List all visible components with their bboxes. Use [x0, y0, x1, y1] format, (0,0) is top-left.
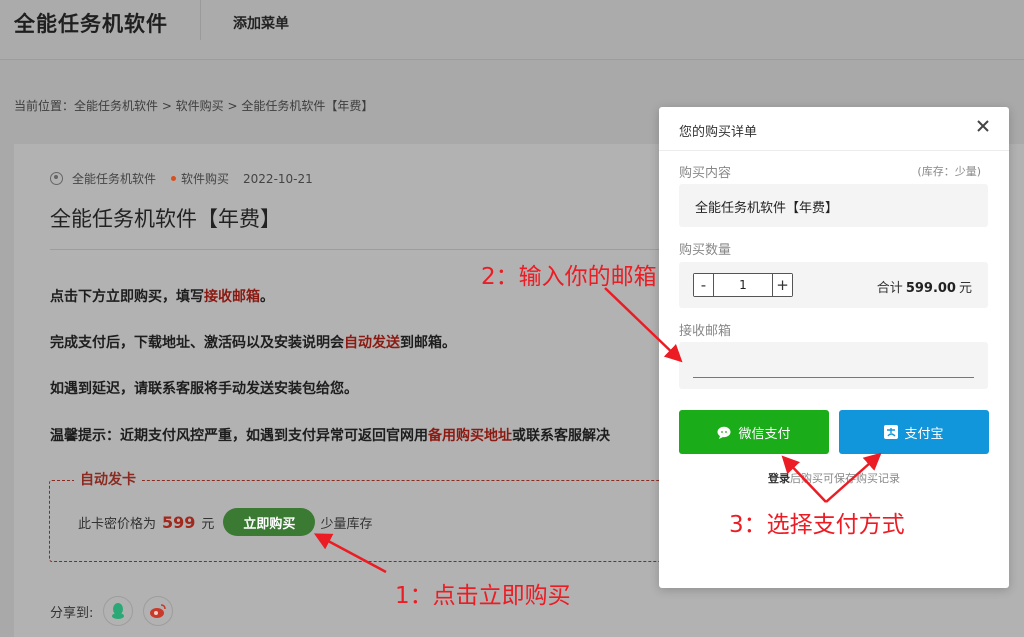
- annotation-step-3: 3：选择支付方式: [729, 512, 905, 538]
- arrow-to-wechat: [781, 455, 827, 503]
- annotation-step-2: 2：输入你的邮箱: [481, 264, 657, 290]
- arrow-to-alipay: [825, 452, 882, 503]
- arrow-to-email: [604, 287, 683, 363]
- annotation-arrows: [313, 287, 882, 574]
- annotation-step-1: 1：点击立即购买: [395, 583, 571, 609]
- arrow-to-buy: [313, 533, 387, 574]
